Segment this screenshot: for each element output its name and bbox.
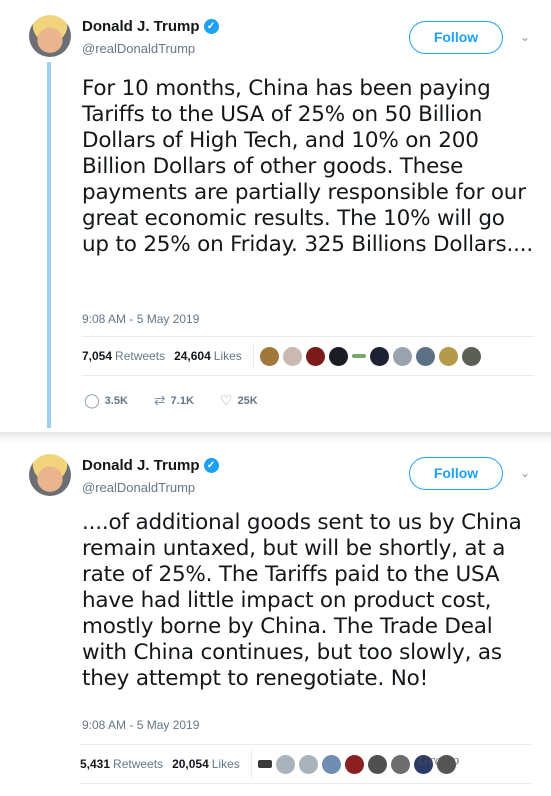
reply-count: 3.5K <box>104 394 128 407</box>
liker-avatar[interactable] <box>415 346 435 366</box>
tweet-stats: 5,431 Retweets 20,054 Likes <box>80 744 532 784</box>
likes-label[interactable]: Likes <box>214 349 242 363</box>
chevron-down-icon[interactable]: ⌄ <box>520 466 530 480</box>
liker-avatar[interactable] <box>344 754 364 774</box>
heart-icon: ♡ <box>219 392 233 408</box>
thread-line <box>47 62 51 428</box>
liker-avatar[interactable] <box>390 754 410 774</box>
author-handle[interactable]: @realDonaldTrump <box>82 480 195 495</box>
liker-avatar[interactable] <box>461 346 481 366</box>
watermark: Group <box>418 754 460 769</box>
tweet-stats: 7,054 Retweets 24,604 Likes <box>82 336 534 376</box>
like-count[interactable]: 20,054 <box>172 757 209 771</box>
avatar[interactable] <box>29 15 71 57</box>
liker-avatar[interactable] <box>392 346 412 366</box>
liker-avatars <box>259 346 481 366</box>
author-row: Donald J. Trump ✓ <box>82 457 219 474</box>
tweet-actions: ◯ 3.5K ⇄ 7.1K ♡ 25K <box>84 392 278 409</box>
tweet-text: For 10 months, China has been paying Tar… <box>82 76 534 257</box>
retweet-action[interactable]: ⇄ 7.1K <box>154 392 194 409</box>
retweet-count[interactable]: 7,054 <box>82 349 112 363</box>
tweet-timestamp[interactable]: 9:08 AM - 5 May 2019 <box>82 312 199 326</box>
author-row: Donald J. Trump ✓ <box>82 18 219 35</box>
stats-divider <box>252 342 254 370</box>
author-handle[interactable]: @realDonaldTrump <box>82 41 195 56</box>
liker-avatar[interactable] <box>369 346 389 366</box>
liker-avatar[interactable] <box>367 754 387 774</box>
verified-badge-icon: ✓ <box>203 19 219 34</box>
liker-avatar[interactable] <box>328 346 348 366</box>
like-action-count: 25K <box>237 394 258 407</box>
reply-icon: ◯ <box>84 392 100 408</box>
retweet-icon: ⇄ <box>153 392 166 408</box>
follow-button[interactable]: Follow <box>409 457 503 490</box>
liker-avatar[interactable] <box>259 346 279 366</box>
liker-avatar[interactable] <box>351 354 366 358</box>
liker-avatar[interactable] <box>275 754 295 774</box>
like-count[interactable]: 24,604 <box>174 349 211 363</box>
stats-divider <box>250 750 252 778</box>
retweet-count[interactable]: 5,431 <box>80 757 110 771</box>
liker-avatar[interactable] <box>305 346 325 366</box>
liker-avatar[interactable] <box>321 754 341 774</box>
tweet-2: Donald J. Trump ✓ @realDonaldTrump Follo… <box>0 444 551 796</box>
chevron-down-icon[interactable]: ⌄ <box>520 30 530 44</box>
separator <box>0 432 551 444</box>
like-action[interactable]: ♡ 25K <box>220 392 258 409</box>
liker-avatar[interactable] <box>282 346 302 366</box>
author-name[interactable]: Donald J. Trump <box>82 457 200 474</box>
reply-action[interactable]: ◯ 3.5K <box>84 392 128 409</box>
liker-avatar[interactable] <box>257 760 272 768</box>
retweet-action-count: 7.1K <box>170 394 194 407</box>
likes-label[interactable]: Likes <box>212 757 240 771</box>
avatar[interactable] <box>29 454 71 496</box>
author-name[interactable]: Donald J. Trump <box>82 18 200 35</box>
tweet-text: ....of additional goods sent to us by Ch… <box>82 510 522 691</box>
follow-button[interactable]: Follow <box>409 21 503 54</box>
tweet-1: Donald J. Trump ✓ @realDonaldTrump Follo… <box>0 0 551 432</box>
liker-avatar[interactable] <box>438 346 458 366</box>
liker-avatar[interactable] <box>298 754 318 774</box>
retweets-label[interactable]: Retweets <box>113 757 163 771</box>
retweets-label[interactable]: Retweets <box>115 349 165 363</box>
verified-badge-icon: ✓ <box>203 458 219 473</box>
tweet-timestamp[interactable]: 9:08 AM - 5 May 2019 <box>82 718 199 732</box>
